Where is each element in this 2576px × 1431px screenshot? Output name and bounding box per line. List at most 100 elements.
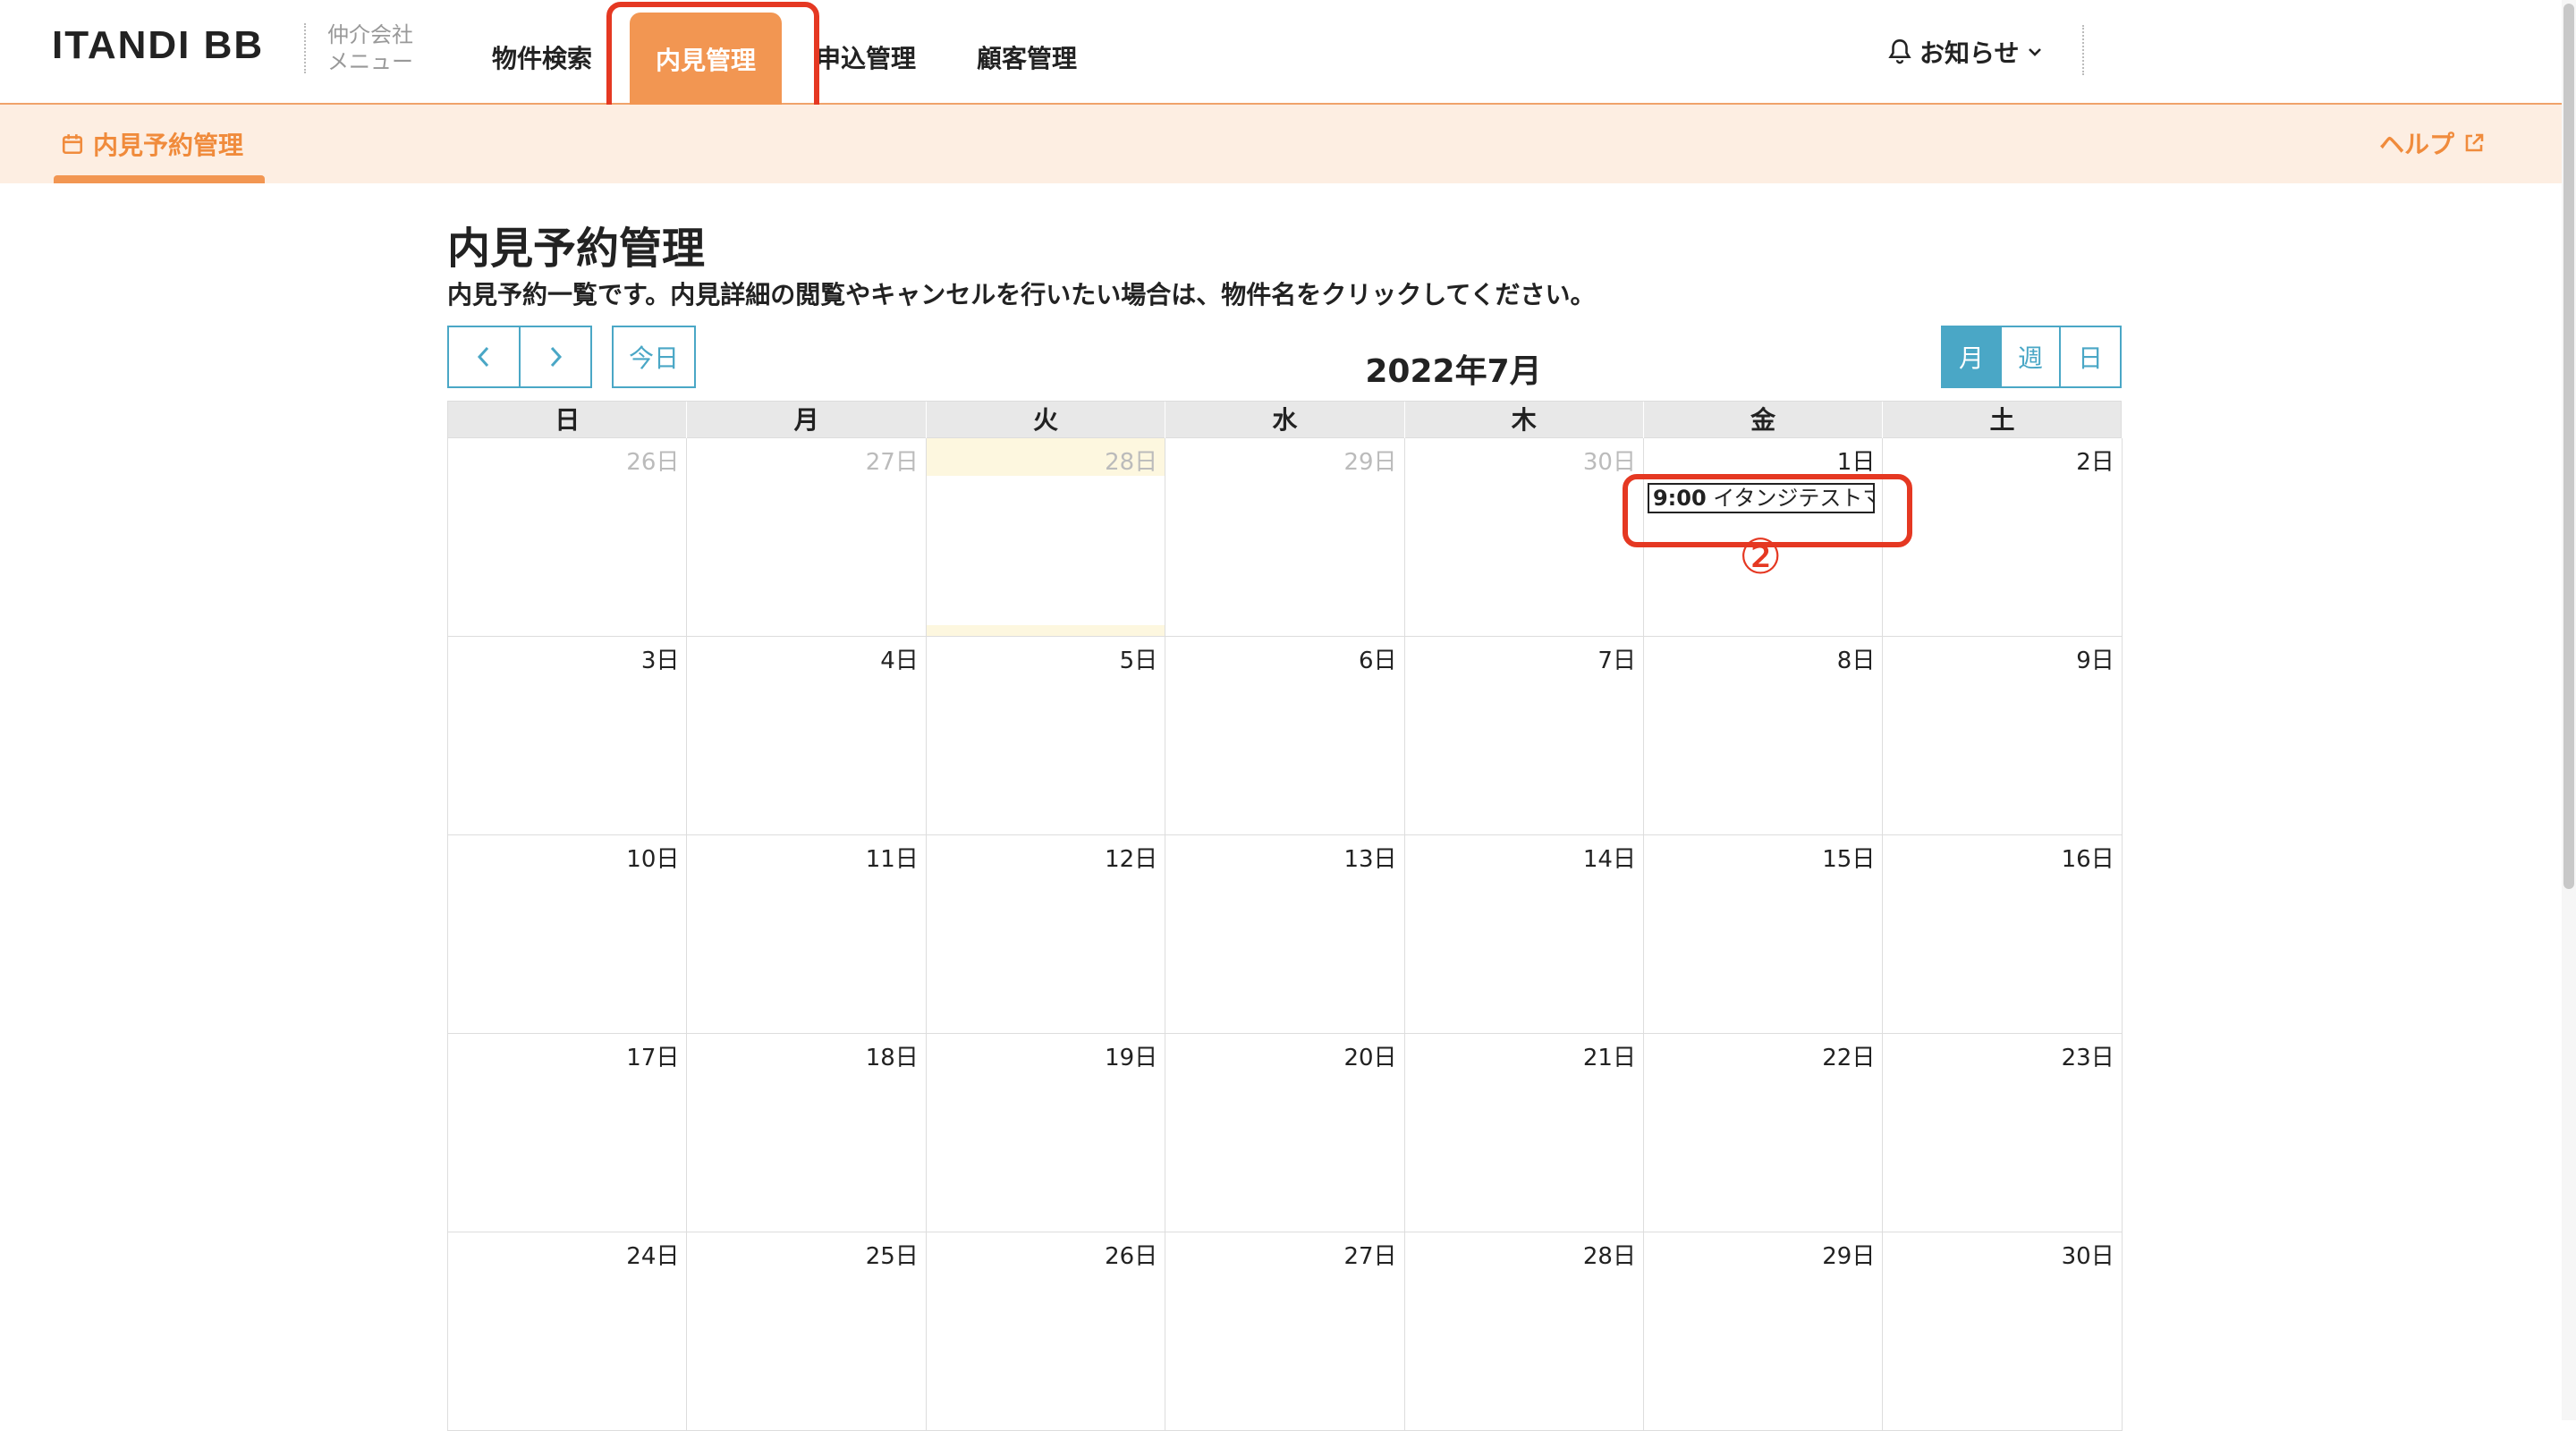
day-number: 5日 <box>1119 648 1158 674</box>
day-number: 29日 <box>1343 449 1397 476</box>
day-number: 27日 <box>865 449 919 476</box>
day-number: 10日 <box>626 846 680 873</box>
day-number: 28日 <box>1105 449 1158 476</box>
day-cell[interactable]: 10日 <box>448 835 688 1034</box>
weekday-mon: 月 <box>687 402 927 439</box>
weekday-thu: 木 <box>1405 402 1644 439</box>
day-cell[interactable]: 27日 <box>687 438 927 637</box>
day-cell[interactable]: 20日 <box>1165 1034 1405 1232</box>
day-cell[interactable]: 19日 <box>926 1034 1166 1232</box>
calendar-week-3: 10日 11日 12日 13日 14日 15日 16日 <box>447 835 2123 1034</box>
day-number: 30日 <box>2061 1243 2114 1270</box>
nav-customer-management[interactable]: 顧客管理 <box>977 39 1077 75</box>
day-number: 19日 <box>1105 1045 1158 1071</box>
day-number: 27日 <box>1343 1243 1397 1270</box>
day-cell[interactable]: 29日 <box>1165 438 1405 637</box>
day-cell[interactable]: 26日 <box>926 1232 1166 1431</box>
weekday-fri: 金 <box>1644 402 1884 439</box>
calendar-month-title: 2022年7月 <box>1365 353 1542 390</box>
broker-menu-label: 仲介会社 メニュー <box>327 21 426 75</box>
logo-divider <box>304 23 306 73</box>
view-day-button[interactable]: 日 <box>2059 326 2122 388</box>
nav-application-management[interactable]: 申込管理 <box>816 39 916 75</box>
day-cell[interactable]: 15日 <box>1643 835 1884 1034</box>
day-number: 3日 <box>640 648 680 674</box>
day-cell[interactable]: 8日 <box>1643 637 1884 835</box>
day-cell[interactable]: 7日 <box>1404 637 1644 835</box>
subtab-active-indicator <box>54 175 265 183</box>
day-cell[interactable]: 16日 <box>1883 835 2123 1034</box>
month-calendar: 日 月 火 水 木 金 土 26日 27日 28日 29日 30日 1日 9:0… <box>447 401 2123 1431</box>
day-cell[interactable]: 26日 <box>448 438 688 637</box>
day-cell[interactable]: 11日 <box>687 835 927 1034</box>
day-cell[interactable]: 17日 <box>448 1034 688 1232</box>
day-cell[interactable]: 12日 <box>926 835 1166 1034</box>
notice-dropdown[interactable]: お知らせ <box>1887 34 2044 70</box>
day-number: 21日 <box>1582 1045 1636 1071</box>
annotation-mark-2: ② <box>1739 529 1783 585</box>
day-cell[interactable]: 14日 <box>1404 835 1644 1034</box>
day-cell[interactable]: 23日 <box>1883 1034 2123 1232</box>
page-description: 内見予約一覧です。内見詳細の閲覧やキャンセルを行いたい場合は、物件名をクリックし… <box>447 280 1596 309</box>
view-month-button[interactable]: 月 <box>1941 326 2002 388</box>
page-scrollbar-thumb[interactable] <box>2563 4 2574 889</box>
help-link[interactable]: ヘルプ <box>2379 125 2485 161</box>
day-number: 2日 <box>2076 449 2114 476</box>
day-cell[interactable]: 24日 <box>448 1232 688 1431</box>
day-number: 7日 <box>1597 648 1636 674</box>
weekday-tue: 火 <box>927 402 1166 439</box>
day-cell[interactable]: 22日 <box>1643 1034 1884 1232</box>
day-number: 9日 <box>2076 648 2114 674</box>
notice-label: お知らせ <box>1919 38 2020 68</box>
calendar-icon <box>62 134 83 155</box>
day-number: 30日 <box>1582 449 1636 476</box>
sub-navigation-bar: 内見予約管理 <box>0 105 2576 183</box>
day-cell-today[interactable]: 28日 <box>926 438 1166 637</box>
day-number: 8日 <box>1836 648 1876 674</box>
day-number: 29日 <box>1822 1243 1876 1270</box>
day-number: 24日 <box>626 1243 680 1270</box>
day-cell[interactable]: 3日 <box>448 637 688 835</box>
day-cell[interactable]: 2日 <box>1883 438 2123 637</box>
header-right-divider <box>2082 25 2084 75</box>
day-cell[interactable]: 13日 <box>1165 835 1405 1034</box>
day-cell[interactable]: 18日 <box>687 1034 927 1232</box>
day-cell[interactable]: 4日 <box>687 637 927 835</box>
day-cell[interactable]: 5日 <box>926 637 1166 835</box>
day-number: 4日 <box>880 648 919 674</box>
prev-month-button[interactable] <box>447 326 521 388</box>
day-cell[interactable]: 27日 <box>1165 1232 1405 1431</box>
day-cell[interactable]: 6日 <box>1165 637 1405 835</box>
day-number: 26日 <box>1105 1243 1158 1270</box>
bell-icon <box>1888 39 1911 64</box>
day-cell[interactable]: 9日 <box>1883 637 2123 835</box>
itandi-bb-logo[interactable]: ITANDI BB <box>52 23 264 68</box>
day-cell[interactable]: 25日 <box>687 1232 927 1431</box>
help-label: ヘルプ <box>2379 130 2455 159</box>
day-number: 23日 <box>2061 1045 2114 1071</box>
day-number: 17日 <box>626 1045 680 1071</box>
day-number: 11日 <box>865 846 919 873</box>
view-week-button[interactable]: 週 <box>2000 326 2061 388</box>
calendar-week-5: 24日 25日 26日 27日 28日 29日 30日 <box>447 1232 2123 1431</box>
day-number: 15日 <box>1822 846 1876 873</box>
day-number: 16日 <box>2061 846 2114 873</box>
next-month-button[interactable] <box>519 326 592 388</box>
day-cell[interactable]: 28日 <box>1404 1232 1644 1431</box>
calendar-week-4: 17日 18日 19日 20日 21日 22日 23日 <box>447 1034 2123 1232</box>
weekday-header: 日 月 火 水 木 金 土 <box>447 401 2123 439</box>
chevron-right-icon <box>550 346 563 368</box>
external-link-icon <box>2465 133 2484 152</box>
day-cell[interactable]: 30日 <box>1404 438 1644 637</box>
today-button[interactable]: 今日 <box>612 326 696 388</box>
day-cell[interactable]: 30日 <box>1883 1232 2123 1431</box>
weekday-sun: 日 <box>448 402 688 439</box>
nav-property-search[interactable]: 物件検索 <box>492 39 592 75</box>
broker-menu-line-2: メニュー <box>327 49 413 74</box>
day-cell[interactable]: 29日 <box>1643 1232 1884 1431</box>
day-cell[interactable]: 21日 <box>1404 1034 1644 1232</box>
calendar-week-2: 3日 4日 5日 6日 7日 8日 9日 <box>447 637 2123 835</box>
day-number: 6日 <box>1359 648 1397 674</box>
day-number: 14日 <box>1582 846 1636 873</box>
subtab-viewing-reservation[interactable]: 内見予約管理 <box>61 126 243 162</box>
